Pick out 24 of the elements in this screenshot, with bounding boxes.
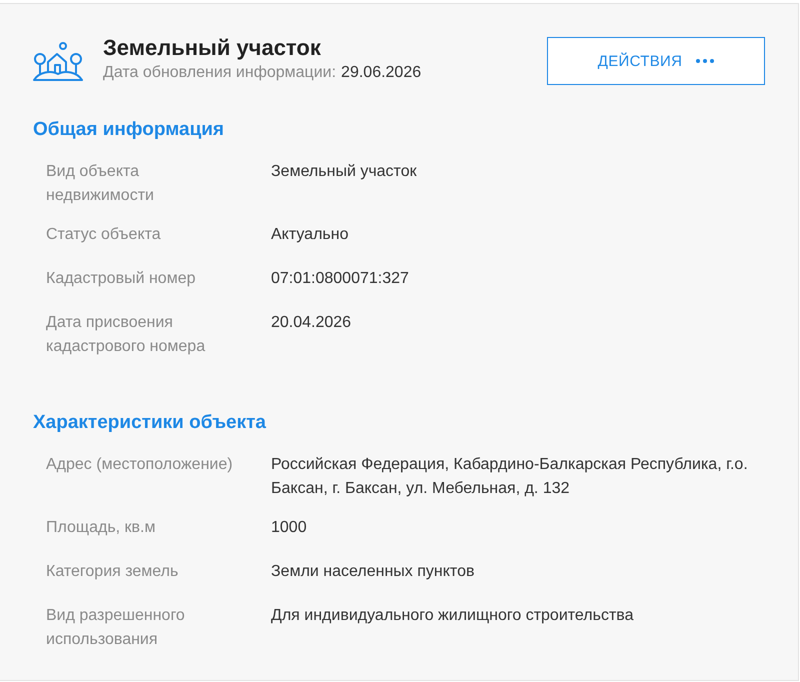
update-date-label: Дата обновления информации:: [103, 63, 336, 83]
field-value: Для индивидуального жилищного строительства: [271, 606, 634, 626]
field-label: Статус объекта: [46, 225, 162, 245]
field-value: Российская Федерация, Кабардино-Балкарская Республика, г.о. Баксан, г. Баксан, ул. Мебельная, д. 132: [271, 455, 749, 499]
land-plot-icon: [33, 42, 83, 81]
field-value: 1000: [271, 518, 308, 538]
more-dots-icon: [696, 59, 714, 63]
field-value: 07:01:0800071:327: [271, 269, 410, 289]
field-label: Адрес (местоположение): [46, 455, 234, 475]
field-value: Земли населенных пунктов: [271, 562, 476, 582]
field-label: Кадастровый номер: [46, 269, 196, 289]
field-value: 20.04.2026: [271, 313, 352, 333]
field-label: Дата присвоения кадастрового номера: [46, 313, 206, 357]
actions-button[interactable]: ДЕЙСТВИЯ: [547, 37, 765, 85]
field-value: Актуально: [271, 225, 350, 245]
field-label: Категория земель: [46, 562, 180, 582]
update-date-value: 29.06.2026: [341, 63, 422, 83]
field-value: Земельный участок: [271, 162, 418, 182]
section-heading: Характеристики объекта: [33, 411, 266, 435]
section-heading: Общая информация: [33, 118, 224, 142]
field-label: Площадь, кв.м: [46, 518, 156, 538]
field-label: Вид объекта недвижимости: [46, 162, 155, 206]
field-label: Вид разрешенного использования: [46, 606, 186, 650]
object-title: Земельный участок: [103, 35, 321, 61]
